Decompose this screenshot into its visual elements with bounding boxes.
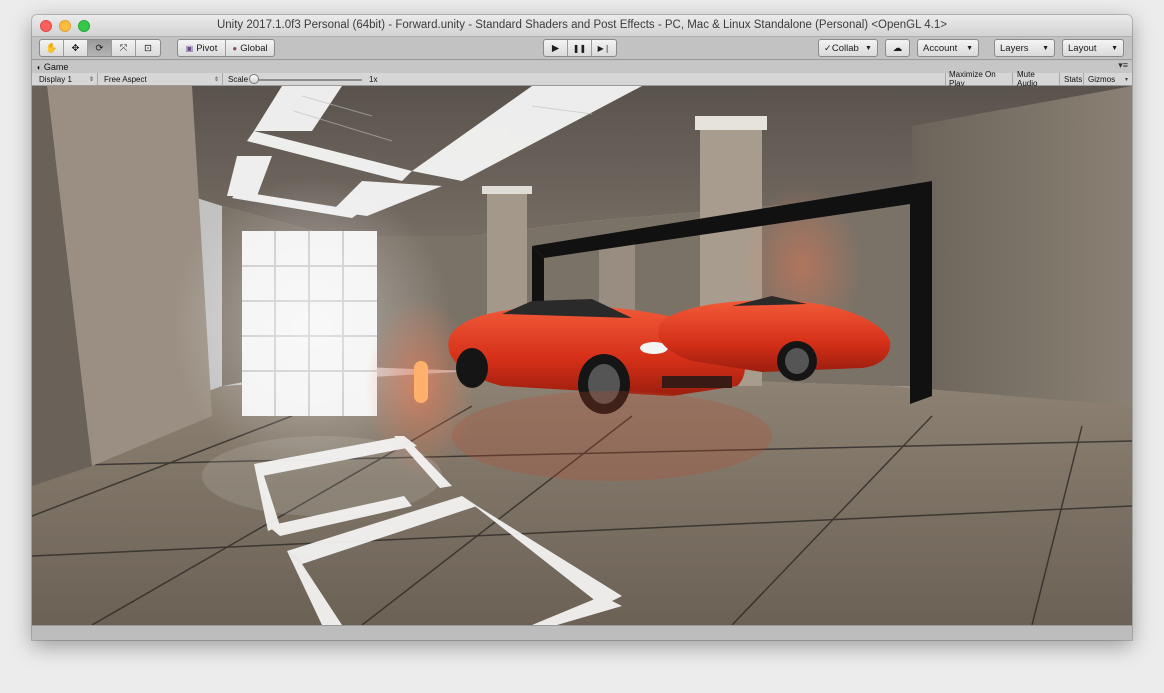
updown-arrow-icon: ⇕ xyxy=(213,76,219,83)
maximize-on-play-toggle[interactable]: Maximize On Play xyxy=(945,70,1013,88)
scale-slider-handle[interactable] xyxy=(249,74,259,84)
chevron-down-icon: ▼ xyxy=(1042,44,1049,52)
chevron-down-icon: ▼ xyxy=(1111,44,1118,52)
global-label: Global xyxy=(240,42,268,54)
game-viewport[interactable] xyxy=(32,86,1132,625)
chevron-down-icon: ▾ xyxy=(1124,76,1128,83)
rotate-icon: ⟳ xyxy=(95,42,104,54)
status-bar xyxy=(32,625,1132,640)
playback-controls: ▶ ❚❚ ▶❘ xyxy=(543,39,617,57)
scale-slider-track[interactable] xyxy=(254,79,362,81)
aspect-label: Free Aspect xyxy=(104,74,147,84)
tab-game[interactable]: ◖ Game xyxy=(36,61,68,73)
pause-icon: ❚❚ xyxy=(572,43,587,53)
pause-button[interactable]: ❚❚ xyxy=(568,40,592,56)
global-toggle[interactable]: ● Global xyxy=(226,40,274,56)
pivot-global-toggles: ▣ Pivot ● Global xyxy=(177,39,275,57)
cloud-icon: ☁ xyxy=(892,42,903,54)
garage-scene-render xyxy=(32,86,1132,625)
aspect-dropdown[interactable]: Free Aspect ⇕ xyxy=(101,73,223,85)
tab-game-label: Game xyxy=(43,62,69,72)
game-view-toolbar: Display 1 ⇕ Free Aspect ⇕ Scale 1x Maxim… xyxy=(32,70,1132,88)
updown-arrow-icon: ⇕ xyxy=(88,76,94,83)
rect-tool-button[interactable]: ⊡ xyxy=(136,40,160,56)
layers-label: Layers xyxy=(1000,42,1029,54)
layers-dropdown[interactable]: Layers ▼ xyxy=(994,39,1055,57)
scale-value: 1x xyxy=(369,74,378,84)
scale-icon: ⤧ xyxy=(119,42,128,54)
collab-label: Collab xyxy=(831,42,859,54)
gizmos-label: Gizmos xyxy=(1088,74,1116,84)
globe-icon: ● xyxy=(232,43,238,53)
layout-dropdown[interactable]: Layout ▼ xyxy=(1062,39,1124,57)
chevron-down-icon: ▼ xyxy=(865,44,872,52)
pivot-label: Pivot xyxy=(196,42,218,54)
account-label: Account xyxy=(923,42,958,54)
display-label: Display 1 xyxy=(39,74,72,84)
layout-label: Layout xyxy=(1068,42,1097,54)
move-tool-button[interactable]: ✥ xyxy=(64,40,88,56)
hand-tool-button[interactable]: ✋ xyxy=(40,40,64,56)
scale-label: Scale xyxy=(228,74,249,84)
rect-tool-icon: ⊡ xyxy=(144,42,152,54)
gizmos-dropdown[interactable]: Gizmos ▾ xyxy=(1085,73,1131,85)
hand-icon: ✋ xyxy=(45,42,58,54)
pivot-toggle[interactable]: ▣ Pivot xyxy=(178,40,226,56)
rotate-tool-button[interactable]: ⟳ xyxy=(88,40,112,56)
step-icon: ▶❘ xyxy=(597,43,611,53)
title-bar[interactable]: Unity 2017.1.0f3 Personal (64bit) - Forw… xyxy=(32,15,1132,37)
stats-toggle[interactable]: Stats xyxy=(1061,73,1084,85)
window-title: Unity 2017.1.0f3 Personal (64bit) - Forw… xyxy=(216,19,947,31)
pivot-icon: ▣ xyxy=(185,43,194,53)
account-dropdown[interactable]: Account ▼ xyxy=(917,39,979,57)
play-icon: ▶ xyxy=(551,42,560,54)
mute-audio-toggle[interactable]: Mute Audio xyxy=(1014,70,1060,88)
transform-tools: ✋ ✥ ⟳ ⤧ ⊡ xyxy=(39,39,161,57)
play-button[interactable]: ▶ xyxy=(544,40,568,56)
display-dropdown[interactable]: Display 1 ⇕ xyxy=(36,73,98,85)
scale-tool-button[interactable]: ⤧ xyxy=(112,40,136,56)
cloud-button[interactable]: ☁ xyxy=(885,39,910,57)
move-icon: ✥ xyxy=(71,42,80,54)
step-button[interactable]: ▶❘ xyxy=(592,40,616,56)
main-toolbar: ✋ ✥ ⟳ ⤧ ⊡ ▣ Pivot ● Global ▶ ❚❚ ▶❘ ✓ Col… xyxy=(32,37,1132,60)
chevron-down-icon: ▼ xyxy=(966,44,973,52)
pacman-icon: ◖ xyxy=(36,62,41,72)
collab-dropdown[interactable]: ✓ Collab ▼ xyxy=(818,39,878,57)
panel-menu-icon[interactable]: ▾≡ xyxy=(1118,60,1128,71)
collab-check-icon: ✓ xyxy=(824,42,832,53)
unity-editor-window: Unity 2017.1.0f3 Personal (64bit) - Forw… xyxy=(32,15,1132,640)
